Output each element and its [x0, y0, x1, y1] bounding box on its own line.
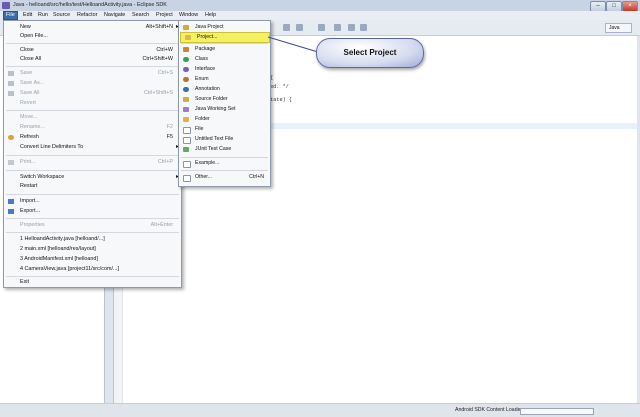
callout-text: Select Project: [343, 48, 397, 57]
callout-bubble: Select Project: [316, 38, 424, 68]
